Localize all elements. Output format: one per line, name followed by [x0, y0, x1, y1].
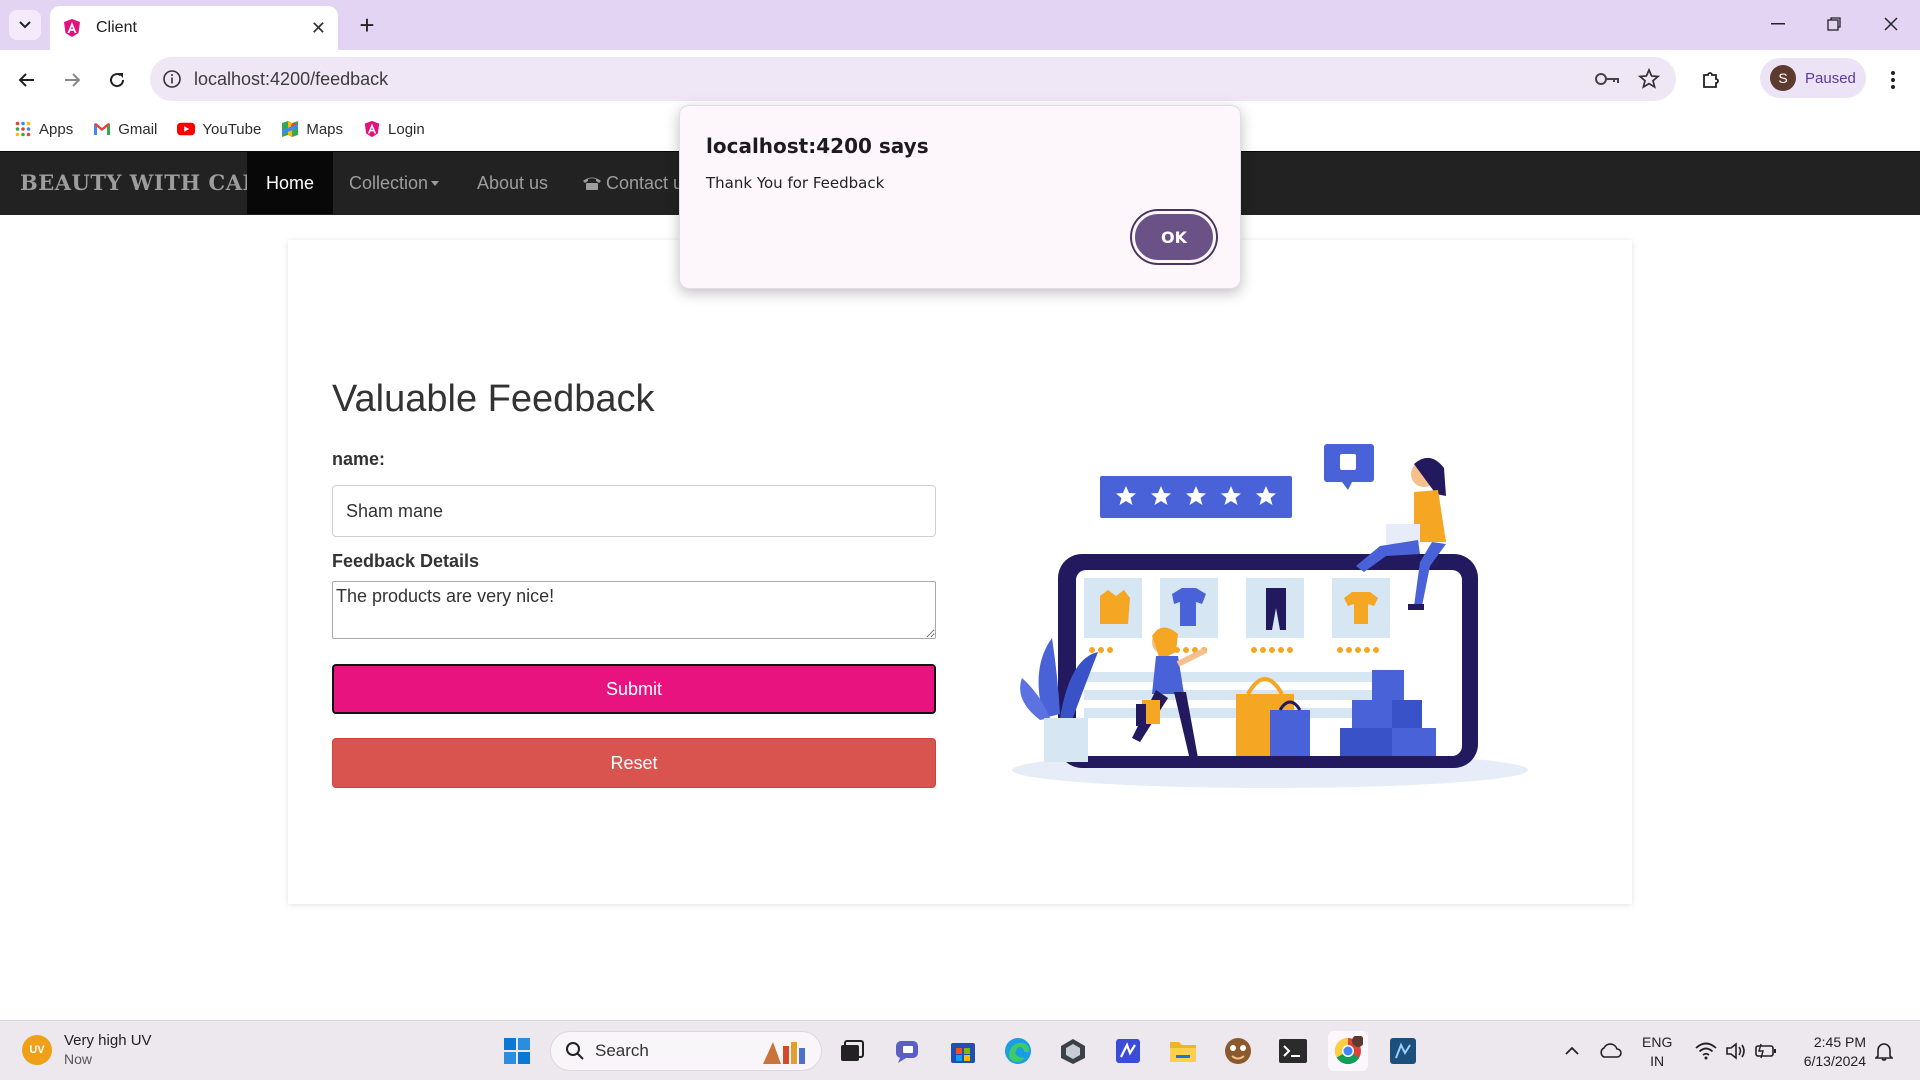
more-vertical-icon	[1891, 71, 1895, 89]
bookmark-gmail[interactable]: Gmail	[93, 120, 157, 138]
tab-search-button[interactable]	[9, 10, 41, 40]
alert-dialog: localhost:4200 says Thank You for Feedba…	[679, 105, 1241, 289]
file-explorer-icon[interactable]	[1163, 1031, 1203, 1071]
maps-icon	[281, 120, 299, 138]
angular-icon	[363, 120, 381, 138]
dialog-ok-button[interactable]: OK	[1132, 211, 1216, 263]
submit-button[interactable]: Submit	[332, 664, 936, 714]
bookmark-login[interactable]: Login	[363, 120, 425, 138]
bookmark-label: Login	[388, 120, 425, 138]
task-view-icon[interactable]	[832, 1031, 872, 1071]
url-text[interactable]: localhost:4200/feedback	[194, 69, 388, 90]
weather-subtitle: Now	[64, 1051, 93, 1067]
language-code: ENG	[1642, 1034, 1673, 1050]
chrome-icon[interactable]	[1328, 1031, 1368, 1071]
shopping-review-illustration	[1012, 444, 1528, 788]
star-bookmark-icon[interactable]	[1638, 68, 1660, 90]
uv-sun-icon: UV	[22, 1035, 52, 1065]
search-highlight-icon	[763, 1042, 805, 1064]
bookmark-maps[interactable]: Maps	[281, 120, 343, 138]
search-placeholder: Search	[595, 1041, 649, 1060]
restore-icon[interactable]	[1814, 8, 1854, 40]
bookmark-youtube[interactable]: YouTube	[177, 120, 261, 138]
minimize-icon[interactable]	[1758, 8, 1798, 40]
reset-button[interactable]: Reset	[332, 738, 936, 788]
reload-icon	[110, 73, 125, 88]
visual-studio-icon[interactable]	[1108, 1031, 1148, 1071]
nav-about[interactable]: About us	[458, 152, 567, 214]
bookmark-label: Apps	[39, 120, 74, 138]
windows-taskbar: UV Very high UV Now Search ENG IN 2:45 P…	[0, 1020, 1920, 1080]
youtube-icon	[177, 120, 196, 138]
tab-close-icon[interactable]: ✕	[311, 18, 326, 39]
clock-date: 6/13/2024	[1803, 1053, 1866, 1069]
clock[interactable]: 2:45 PM 6/13/2024	[1790, 1033, 1866, 1071]
nav-contact-label: Contact u	[606, 172, 684, 193]
back-button[interactable]	[10, 63, 44, 97]
phone-icon	[583, 177, 601, 190]
bookmark-apps[interactable]: Apps	[14, 120, 73, 138]
page-title: Valuable Feedback	[332, 378, 655, 420]
weather-title: Very high UV	[64, 1032, 152, 1049]
caret-down-icon	[431, 180, 440, 186]
close-window-icon[interactable]	[1871, 8, 1911, 40]
teams-chat-icon[interactable]	[888, 1031, 928, 1071]
address-bar[interactable]: localhost:4200/feedback	[150, 57, 1676, 101]
profile-status: Paused	[1805, 69, 1856, 87]
chevron-down-icon	[19, 21, 31, 29]
feedback-card: Valuable Feedback name: Feedback Details…	[288, 240, 1632, 904]
forward-button[interactable]	[55, 63, 89, 97]
avatar: S	[1770, 65, 1796, 91]
arrow-left-icon	[18, 73, 34, 87]
name-input[interactable]	[332, 485, 936, 537]
browser-tab[interactable]: Client ✕	[50, 6, 338, 50]
weather-widget[interactable]: UV Very high UV Now	[22, 1031, 152, 1069]
new-tab-button[interactable]: +	[352, 10, 382, 40]
bookmark-label: YouTube	[202, 120, 262, 138]
search-icon	[566, 1042, 584, 1060]
photoshop-icon[interactable]	[1383, 1031, 1423, 1071]
name-label: name:	[332, 449, 386, 469]
feedback-details-label: Feedback Details	[332, 551, 480, 571]
angular-icon	[64, 19, 80, 37]
puzzle-icon	[1703, 72, 1719, 88]
gmail-icon	[93, 120, 111, 138]
bookmark-label: Gmail	[118, 120, 158, 138]
arrow-right-icon	[65, 73, 81, 87]
browser-toolbar: localhost:4200/feedback S Paused	[0, 50, 1920, 108]
microsoft-store-icon[interactable]	[943, 1031, 983, 1071]
region-code: IN	[1650, 1053, 1665, 1069]
site-info-icon[interactable]	[162, 69, 182, 89]
browser-menu-button[interactable]	[1876, 63, 1910, 97]
brand-logo[interactable]: BEAUTY WITH CARE	[20, 170, 277, 195]
clock-time: 2:45 PM	[1813, 1034, 1866, 1050]
extensions-button[interactable]	[1694, 63, 1728, 97]
battery-icon[interactable]	[1746, 1031, 1786, 1071]
profile-button[interactable]: S Paused	[1760, 58, 1866, 98]
bookmark-label: Maps	[306, 120, 344, 138]
taskbar-search[interactable]: Search	[550, 1031, 822, 1071]
dialog-message: Thank You for Feedback	[706, 174, 885, 192]
terminal-icon[interactable]	[1273, 1031, 1313, 1071]
dialog-title: localhost:4200 says	[706, 134, 929, 158]
windows-start-icon[interactable]	[497, 1031, 537, 1071]
edge-browser-icon[interactable]	[998, 1031, 1038, 1071]
nav-home[interactable]: Home	[247, 152, 334, 214]
show-hidden-icons-chevron-up-icon[interactable]	[1552, 1031, 1592, 1071]
onedrive-cloud-icon[interactable]	[1590, 1031, 1630, 1071]
unity-icon[interactable]	[1053, 1031, 1093, 1071]
tab-title: Client	[96, 19, 137, 36]
feedback-details-textarea[interactable]: The products are very nice!	[332, 581, 936, 639]
reload-button[interactable]	[100, 63, 134, 97]
nav-collection-label: Collection	[349, 172, 429, 193]
language-indicator[interactable]: ENG IN	[1642, 1033, 1672, 1071]
browser-tab-strip: Client ✕ +	[0, 0, 1920, 50]
password-key-icon[interactable]	[1594, 71, 1620, 87]
game-app-icon[interactable]	[1218, 1031, 1258, 1071]
apps-grid-icon	[14, 120, 32, 138]
nav-collection[interactable]: Collection	[330, 152, 458, 214]
notification-bell-icon[interactable]	[1864, 1031, 1904, 1071]
